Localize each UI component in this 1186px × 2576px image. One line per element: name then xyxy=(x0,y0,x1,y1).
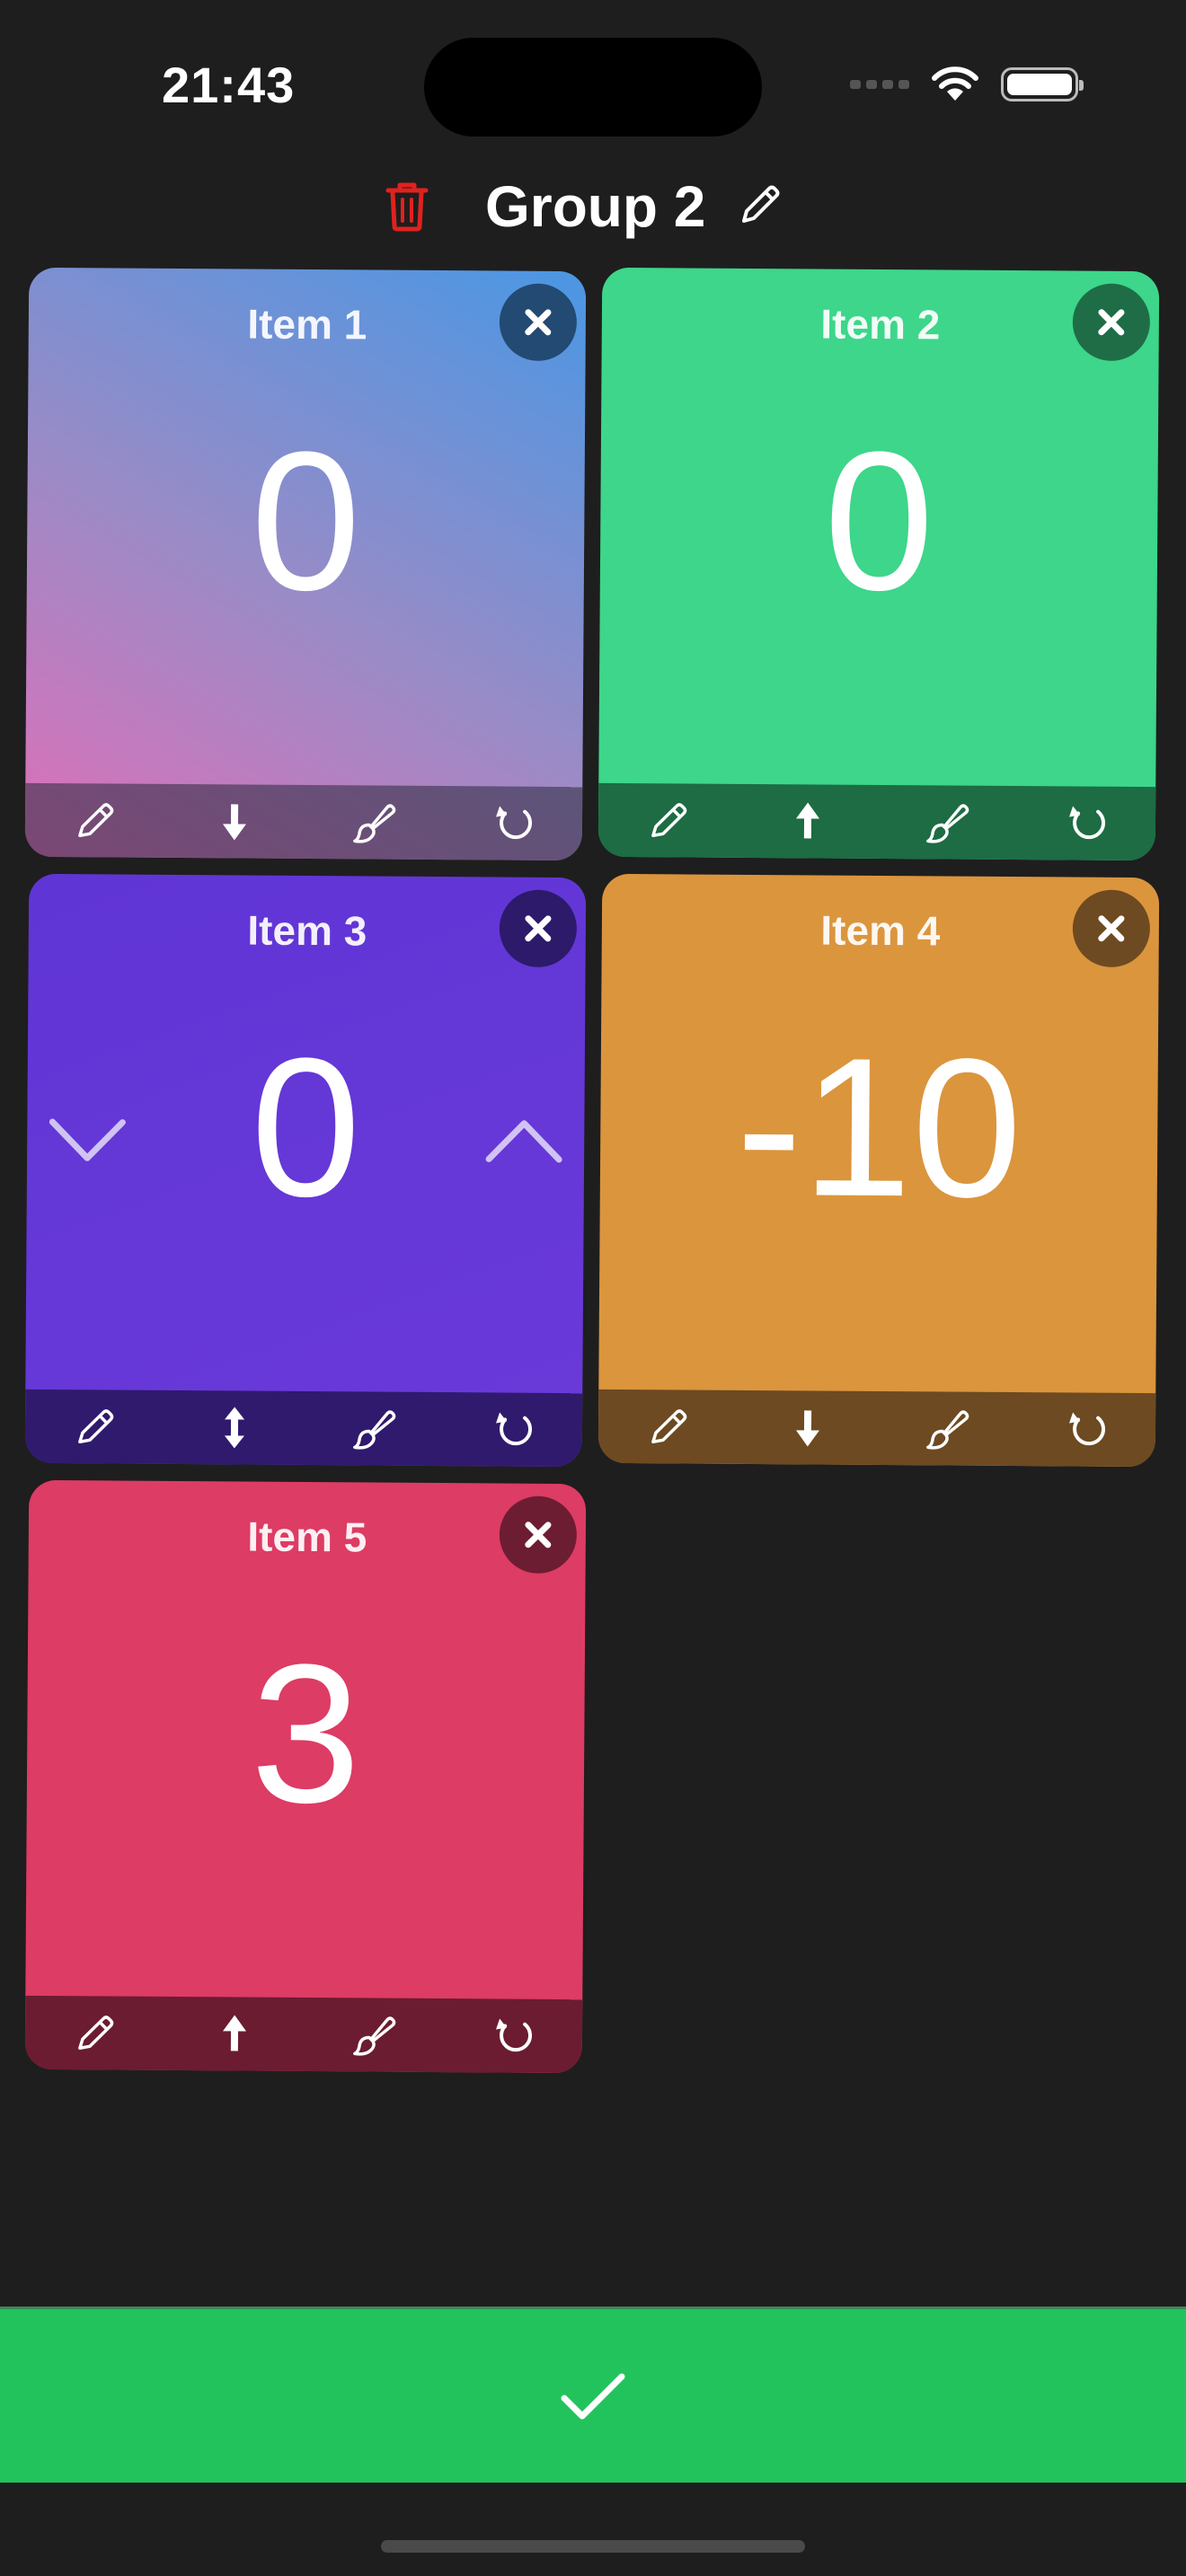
remove-item-button[interactable] xyxy=(499,283,578,362)
wifi-icon xyxy=(932,66,978,101)
remove-item-button[interactable] xyxy=(499,1495,578,1575)
reset-icon[interactable] xyxy=(490,2013,535,2058)
confirm-button[interactable] xyxy=(0,2307,1186,2483)
status-icons xyxy=(850,65,1084,104)
increment-chevron-icon[interactable] xyxy=(483,1110,564,1174)
item-card-5[interactable]: Item 5 3 xyxy=(24,1479,587,2074)
item-card-2[interactable]: Item 2 0 xyxy=(597,267,1160,861)
arrow-up-down-icon[interactable] xyxy=(211,1405,256,1450)
arrow-down-icon[interactable] xyxy=(211,798,256,843)
home-indicator[interactable] xyxy=(381,2540,805,2553)
brush-icon[interactable] xyxy=(924,1406,969,1451)
item-value[interactable]: 0 xyxy=(26,402,585,640)
item-value[interactable]: 0 xyxy=(599,402,1158,640)
item-toolbar xyxy=(597,1389,1156,1468)
reset-icon[interactable] xyxy=(490,1407,535,1451)
pencil-icon[interactable] xyxy=(72,2010,117,2055)
pencil-icon[interactable] xyxy=(72,798,117,842)
item-value[interactable]: -10 xyxy=(599,1009,1158,1246)
brush-icon[interactable] xyxy=(350,799,395,844)
remove-item-button[interactable] xyxy=(499,889,578,968)
close-icon xyxy=(1089,906,1134,951)
pencil-icon[interactable] xyxy=(72,1404,117,1449)
reset-icon[interactable] xyxy=(1063,800,1108,845)
item-card-4[interactable]: Item 4 -10 xyxy=(597,873,1160,1468)
trash-icon[interactable] xyxy=(385,181,429,232)
arrow-down-icon[interactable] xyxy=(784,1405,829,1450)
brush-icon[interactable] xyxy=(350,2012,395,2057)
brush-icon[interactable] xyxy=(350,1406,395,1451)
dynamic-island xyxy=(424,38,762,137)
cellular-signal-icon xyxy=(850,80,909,89)
item-toolbar xyxy=(24,1995,583,2074)
item-card-3[interactable]: Item 3 0 xyxy=(24,873,587,1468)
close-icon xyxy=(516,906,561,951)
item-value[interactable]: 3 xyxy=(26,1615,585,1852)
brush-icon[interactable] xyxy=(924,799,969,844)
item-card-1[interactable]: Item 1 0 xyxy=(24,267,587,861)
status-time: 21:43 xyxy=(162,57,296,113)
close-icon xyxy=(516,1513,561,1557)
reset-icon[interactable] xyxy=(1063,1407,1108,1451)
pencil-icon[interactable] xyxy=(645,798,690,842)
arrow-up-icon[interactable] xyxy=(211,2011,256,2056)
pencil-icon[interactable] xyxy=(645,1404,690,1449)
remove-item-button[interactable] xyxy=(1072,889,1151,968)
page-title: Group 2 xyxy=(485,174,706,239)
arrow-up-icon[interactable] xyxy=(784,798,829,843)
close-icon xyxy=(516,300,561,345)
group-header: Group 2 xyxy=(0,171,1186,243)
pencil-icon[interactable] xyxy=(737,181,783,228)
item-toolbar xyxy=(24,1389,583,1468)
checkmark-icon xyxy=(561,2373,625,2419)
item-toolbar xyxy=(597,782,1156,861)
battery-icon xyxy=(1001,67,1084,101)
close-icon xyxy=(1089,300,1134,345)
item-toolbar xyxy=(24,782,583,861)
remove-item-button[interactable] xyxy=(1072,283,1151,362)
reset-icon[interactable] xyxy=(490,800,535,845)
